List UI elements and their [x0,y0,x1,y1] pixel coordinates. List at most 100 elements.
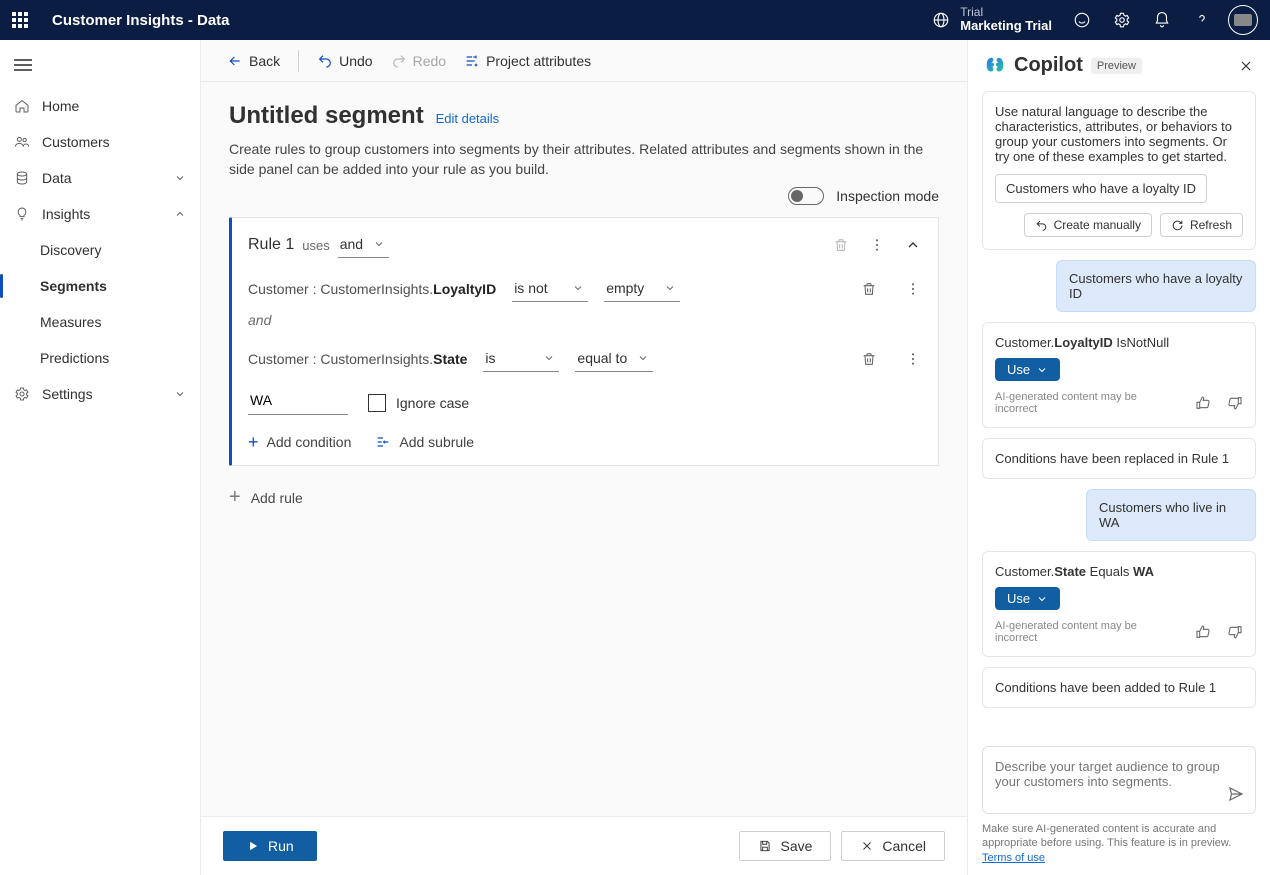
arrow-left-icon [227,53,243,69]
sidebar-item-discovery[interactable]: Discovery [0,232,200,268]
sidebar-item-customers[interactable]: Customers [0,124,200,160]
notifications-icon[interactable] [1152,10,1172,30]
add-condition-button[interactable]: + Add condition [248,433,351,451]
redo-button: Redo [385,49,452,73]
more-vertical-icon [905,281,921,297]
sidebar-item-predictions[interactable]: Predictions [0,340,200,376]
copilot-icon [984,55,1006,77]
sidebar-item-segments[interactable]: Segments [0,268,200,304]
condition-value-select[interactable]: empty [604,276,680,302]
rule-collapse-button[interactable] [904,236,922,254]
sidebar-item-insights[interactable]: Insights [0,196,200,232]
use-label: Use [1007,591,1030,606]
condition-more-button[interactable] [904,280,922,298]
send-button[interactable] [1227,785,1245,803]
save-label: Save [780,838,812,854]
trash-icon [833,237,849,253]
preview-badge: Preview [1091,58,1142,74]
app-launcher-icon[interactable] [12,12,32,28]
help-icon[interactable] [1192,10,1212,30]
gear-icon [14,386,30,402]
condition-more-button[interactable] [904,350,922,368]
edit-details-link[interactable]: Edit details [436,111,500,126]
play-icon [246,839,260,853]
sidebar-item-measures[interactable]: Measures [0,304,200,340]
close-copilot-button[interactable] [1238,58,1254,74]
add-subrule-label: Add subrule [399,434,474,450]
copilot-expression: Customer.State Equals WA [995,564,1243,579]
select-value: equal to [577,350,627,366]
run-button[interactable]: Run [223,831,317,861]
copilot-messages[interactable]: Use natural language to describe the cha… [968,87,1270,740]
page-title: Untitled segment [229,102,424,129]
sidebar-item-data[interactable]: Data [0,160,200,196]
condition-operator-select[interactable]: is not [512,276,588,302]
chevron-down-icon [174,388,186,400]
delete-rule-button[interactable] [832,236,850,254]
condition-row: Customer : CustomerInsights.LoyaltyID is… [248,276,922,302]
chevron-up-icon [905,237,921,253]
chevron-up-icon [174,208,186,220]
back-button[interactable]: Back [221,49,286,73]
sidebar-item-label: Predictions [40,350,109,366]
feedback-icon[interactable] [1072,10,1092,30]
undo-icon [1035,219,1048,232]
save-button[interactable]: Save [739,831,831,861]
rule-name: Rule 1 [248,236,294,254]
ignore-case-option[interactable]: Ignore case [368,394,469,412]
more-vertical-icon [869,237,885,253]
sidebar-item-label: Discovery [40,242,101,258]
use-button[interactable]: Use [995,358,1060,381]
inspection-mode-toggle[interactable] [788,187,824,205]
delete-condition-button[interactable] [860,280,878,298]
redo-label: Redo [413,53,446,69]
create-manually-button[interactable]: Create manually [1024,213,1152,237]
home-icon [14,98,30,114]
sidebar-item-label: Insights [42,206,90,222]
sidebar-toggle[interactable] [0,48,200,82]
sidebar-item-settings[interactable]: Settings [0,376,200,412]
cancel-button[interactable]: Cancel [841,831,945,861]
use-button[interactable]: Use [995,587,1060,610]
terms-link[interactable]: Terms of use [982,852,1045,864]
chevron-down-icon [572,282,584,294]
copilot-system-message: Conditions have been added to Rule 1 [982,667,1256,708]
app-title: Customer Insights - Data [52,12,230,29]
copilot-footer-disclaimer: Make sure AI-generated content is accura… [968,822,1270,875]
add-rule-button[interactable]: + Add rule [229,486,939,509]
create-manually-label: Create manually [1054,218,1141,232]
thumbs-down-icon[interactable] [1227,624,1243,640]
environment-picker[interactable]: Trial Marketing Trial [932,6,1052,33]
copilot-input[interactable] [982,746,1256,814]
undo-button[interactable]: Undo [311,49,378,73]
thumbs-down-icon[interactable] [1227,395,1243,411]
sidebar-item-label: Segments [40,278,107,294]
add-subrule-button[interactable]: Add subrule [375,433,474,451]
condition-operator-select[interactable]: is [483,346,559,372]
sidebar-item-home[interactable]: Home [0,88,200,124]
trash-icon [861,281,877,297]
select-value: is [485,350,495,366]
copilot-suggestion[interactable]: Customers who have a loyalty ID [995,174,1207,203]
settings-icon[interactable] [1112,10,1132,30]
delete-condition-button[interactable] [860,350,878,368]
refresh-button[interactable]: Refresh [1160,213,1243,237]
plus-icon: + [248,433,259,451]
save-icon [758,839,772,853]
add-rule-label: Add rule [251,490,303,506]
condition-row: Customer : CustomerInsights.State is equ… [248,346,922,372]
rule-operator-select[interactable]: and [338,232,389,258]
project-attributes-button[interactable]: Project attributes [458,49,597,73]
toolbar: Back Undo Redo Project attributes [201,40,967,82]
avatar[interactable] [1228,5,1258,35]
thumbs-up-icon[interactable] [1195,395,1211,411]
thumbs-up-icon[interactable] [1195,624,1211,640]
copilot-system-message: Conditions have been replaced in Rule 1 [982,438,1256,479]
chevron-down-icon [543,352,555,364]
copilot-textarea[interactable] [993,757,1227,803]
condition-value-select[interactable]: equal to [575,346,653,372]
customers-icon [14,134,30,150]
condition-value-input[interactable] [248,390,348,415]
rule-more-button[interactable] [868,236,886,254]
chevron-down-icon [637,352,649,364]
